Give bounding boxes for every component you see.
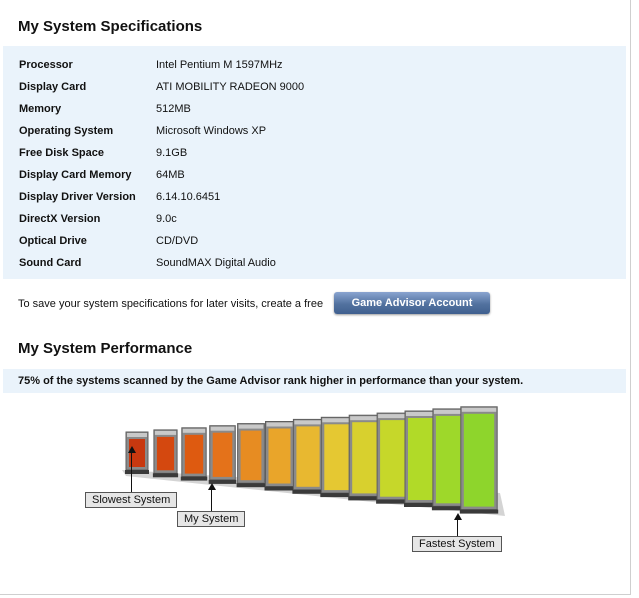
spec-row: Processor Intel Pentium M 1597MHz [3,54,626,76]
bar-cap [294,420,322,425]
my-system-label: My System [177,511,246,527]
bar-base [264,486,295,491]
bar-cap [378,414,409,419]
performance-bar [292,418,324,494]
fastest-system-label: Fastest System [412,536,502,552]
spec-label: Display Card [19,81,87,93]
bar-fill [352,422,378,494]
bar-fill [463,413,495,507]
game-advisor-account-button[interactable]: Game Advisor Account [334,292,490,314]
spec-row: Display Card ATI MOBILITY RADEON 9000 [3,76,626,98]
spec-label: Operating System [19,125,114,137]
bar-base [459,509,499,514]
bar-fill [268,428,291,484]
slowest-arrow-line [131,452,132,492]
spec-row: Operating System Microsoft Windows XP [3,120,626,142]
spec-label: Sound Card [19,257,82,269]
bar-cap [350,416,380,421]
bar-base [236,483,266,488]
my-system-arrow-icon [208,483,216,490]
spec-label: Memory [19,103,62,115]
spec-value: CD/DVD [156,235,199,247]
spec-value: 9.1GB [156,147,188,159]
spec-label: Processor [19,59,73,71]
spec-label: Display Card Memory [19,169,132,181]
bar-cap [154,430,177,435]
bar-cap [238,424,264,429]
spec-value: SoundMAX Digital Audio [156,257,276,269]
bar-fill [156,436,175,471]
spec-value: 64MB [156,169,185,181]
specifications-title: My System Specifications [18,18,203,35]
spec-value: 6.14.10.6451 [156,191,221,203]
spec-row: DirectX Version 9.0c [3,208,626,230]
spec-value: 9.0c [156,213,177,225]
performance-bar [459,406,499,514]
bar-base [180,476,208,481]
bar-base [320,493,353,498]
specifications-table: Processor Intel Pentium M 1597MHz Display … [3,46,626,279]
spec-value: Microsoft Windows XP [156,125,267,137]
performance-title: My System Performance [18,340,193,357]
bar-fill [324,424,349,491]
spec-value: 512MB [156,103,191,115]
performance-bar-graph [122,406,505,516]
performance-bar [264,421,295,491]
bar-fill [380,420,407,497]
my-system-bar [208,425,237,484]
bar-fill [184,434,204,474]
spec-label: Free Disk Space [19,147,104,159]
bar-fill [240,430,262,481]
save-specs-text: To save your system specifications for l… [18,298,324,310]
bar-cap [127,433,147,437]
rank-summary-text: 75% of the systems scanned by the Game A… [18,375,524,387]
spec-row: Display Card Memory 64MB [3,164,626,186]
spec-row: Sound Card SoundMAX Digital Audio [3,252,626,274]
spec-label: Display Driver Version [19,191,136,203]
spec-value: Intel Pentium M 1597MHz [156,59,283,71]
spec-value: ATI MOBILITY RADEON 9000 [156,81,305,93]
bar-base [152,473,179,478]
bar-cap [322,418,351,423]
fastest-arrow-line [457,519,458,536]
spec-row: Display Driver Version 6.14.10.6451 [3,186,626,208]
slowest-system-label: Slowest System [85,492,178,508]
bar-base [125,470,149,474]
performance-bar [236,423,266,488]
spec-label: DirectX Version [19,213,101,225]
performance-bar [320,416,353,498]
rank-summary-strip: 75% of the systems scanned by the Game A… [3,369,626,393]
performance-bar [152,429,179,478]
spec-row: Optical Drive CD/DVD [3,230,626,252]
performance-bar [125,431,149,474]
bar-fill [296,426,320,487]
bar-cap [182,428,206,433]
spec-label: Optical Drive [19,235,87,247]
bar-fill [408,418,436,500]
slowest-arrow-icon [128,446,136,453]
my-system-arrow-line [211,489,212,511]
bar-fill [212,432,233,477]
bar-cap [210,426,235,431]
bar-cap [461,407,497,412]
bar-base [292,489,324,494]
spec-row: Memory 512MB [3,98,626,120]
performance-bar [180,427,208,481]
bar-cap [266,422,293,427]
spec-row: Free Disk Space 9.1GB [3,142,626,164]
fastest-arrow-icon [454,513,462,520]
